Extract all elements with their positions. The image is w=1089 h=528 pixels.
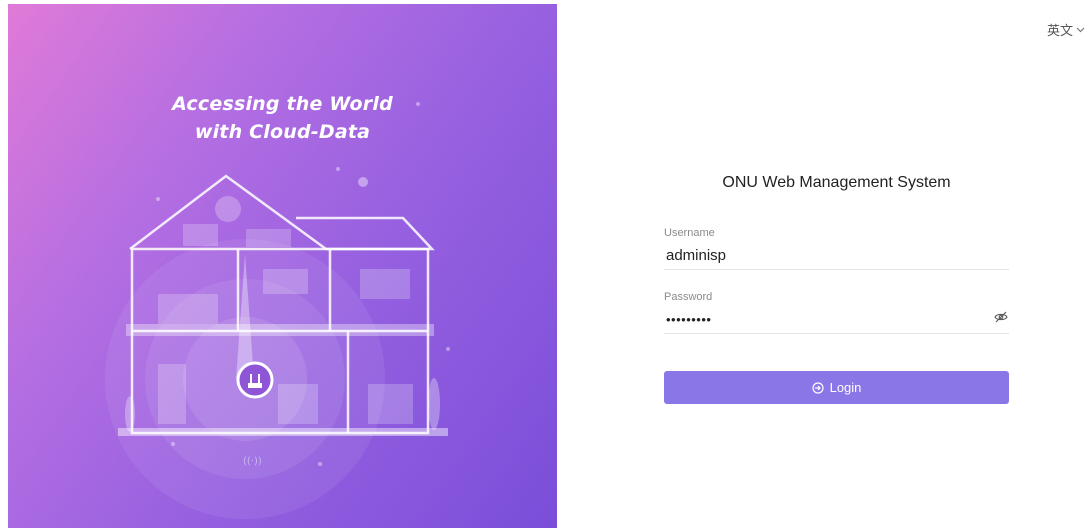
login-icon	[811, 381, 824, 394]
hero-title-line-1: Accessing the World	[172, 93, 393, 115]
password-input[interactable]: •••••••••	[664, 309, 1011, 331]
hero-title: Accessing the World with Cloud-Data	[8, 90, 557, 146]
chevron-down-icon	[1076, 27, 1085, 32]
language-selector[interactable]: 英文	[1047, 20, 1085, 39]
eye-off-icon[interactable]	[994, 311, 1008, 323]
hero-banner: ((·)) Accessing the World with Cloud-Dat…	[8, 4, 557, 528]
username-label: Username	[664, 227, 715, 239]
hero-title-line-2: with Cloud-Data	[194, 121, 371, 143]
password-label: Password	[664, 291, 713, 303]
password-underline	[664, 333, 1009, 334]
house-illustration: ((·))	[105, 102, 450, 519]
login-button[interactable]: Login	[664, 371, 1009, 404]
language-label: 英文	[1046, 24, 1073, 39]
username-input[interactable]	[664, 244, 1011, 266]
login-button-label: Login	[829, 380, 862, 395]
username-underline	[664, 269, 1009, 270]
svg-text:((·)): ((·))	[243, 456, 262, 467]
system-title: ONU Web Management System	[722, 174, 951, 191]
